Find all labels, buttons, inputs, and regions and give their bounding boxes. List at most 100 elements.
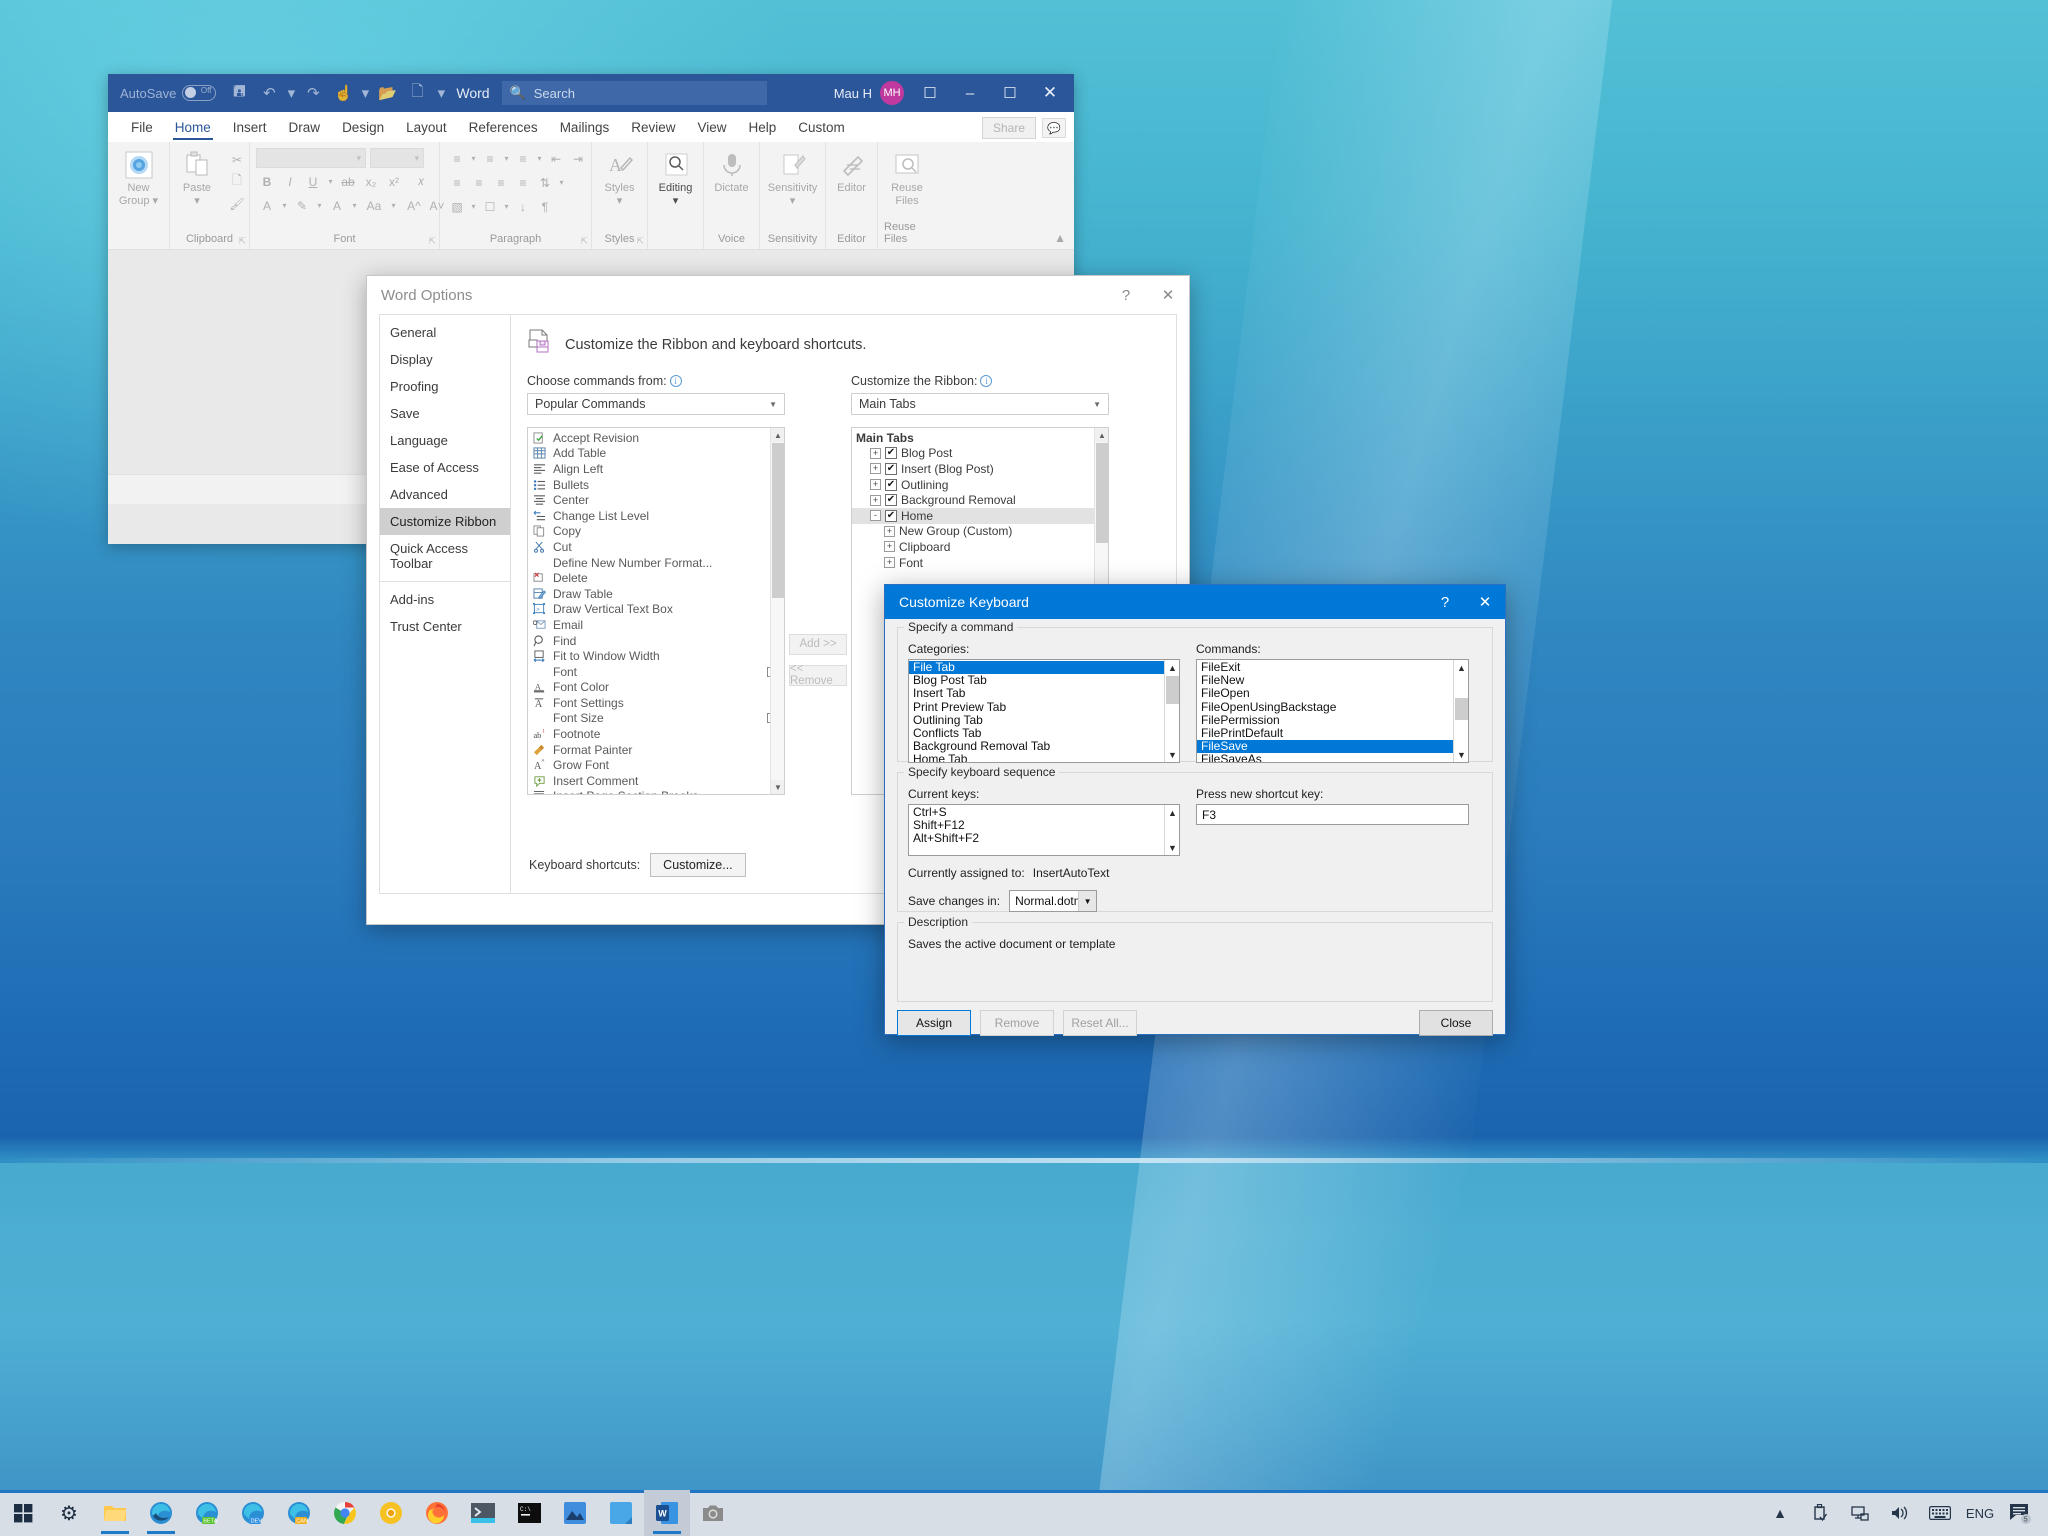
bullets-icon[interactable]: ≡ [446,148,468,169]
paragraph-dialog-launcher[interactable]: ⇱ [580,236,588,247]
current-key-item[interactable]: Alt+Shift+F2 [909,832,1179,845]
choose-commands-dropdown[interactable]: Popular Commands ▼ [527,393,785,415]
share-button[interactable]: Share [981,117,1036,139]
underline-button[interactable]: U [302,171,324,192]
nav-item-trust-center[interactable]: Trust Center [380,613,510,640]
undo-dropdown-icon[interactable]: ▾ [284,79,298,107]
chrome-icon[interactable] [322,1490,368,1536]
text-effects-icon[interactable]: A [256,195,278,216]
nav-item-general[interactable]: General [380,319,510,346]
edge-canary-icon[interactable]: CAN [276,1490,322,1536]
dictate-button[interactable]: Dictate [706,148,758,195]
scroll-up-icon[interactable]: ▲ [1165,805,1179,820]
shading-dropdown-icon[interactable]: ▾ [468,196,479,217]
tree-tab-item[interactable]: + ✔ Insert (Blog Post) [852,461,1108,477]
category-list-item[interactable]: Print Preview Tab [909,700,1179,714]
current-keys-listbox[interactable]: Ctrl+S Shift+F12 Alt+Shift+F2 ▲ ▼ [908,804,1180,856]
save-icon[interactable]: 🖪 [224,79,254,107]
collapse-ribbon-icon[interactable]: ▲ [1054,231,1066,245]
expand-icon[interactable]: + [870,479,881,491]
volume-icon[interactable] [1880,1490,1920,1536]
remove-button[interactable]: Remove [980,1010,1054,1036]
ribbon-group-editing[interactable]: Editing ▾ [648,142,704,249]
info-icon[interactable]: i [980,375,993,387]
tab-design[interactable]: Design [331,117,395,142]
close-button[interactable]: ✕ [1030,74,1070,112]
command-list-item[interactable]: Font SizeI▾ [528,711,784,727]
network-icon[interactable] [1840,1490,1880,1536]
scrollbar-thumb[interactable] [1096,443,1108,543]
command-list-item[interactable]: Email [528,617,784,633]
minimize-button[interactable]: – [950,74,990,112]
tree-checkbox[interactable]: ✔ [885,478,897,491]
close-icon[interactable]: ✕ [1147,278,1189,312]
edge-icon[interactable] [138,1490,184,1536]
styles-dropdown-icon[interactable]: ▾ [617,195,623,208]
bold-button[interactable]: B [256,171,278,192]
edge-beta-icon[interactable]: BETA [184,1490,230,1536]
system-tray[interactable]: ▲ ENG 5 [1760,1490,2048,1536]
expand-icon[interactable]: + [884,557,895,569]
share-area[interactable]: Share 💬 [981,117,1074,142]
reuse-files-button[interactable]: Reuse Files [881,148,933,207]
justify-icon[interactable]: ≡ [512,172,534,193]
touch-keyboard-icon[interactable] [1920,1490,1960,1536]
command-list-item[interactable]: Center [528,492,784,508]
ribbon[interactable]: New Group ▾ Paste ▾ ✂ 🗋 🖌 Clipboard ⇱ ▾ … [108,142,1074,250]
tab-layout[interactable]: Layout [395,117,458,142]
align-right-icon[interactable]: ≡ [490,172,512,193]
scroll-up-icon[interactable]: ▲ [1454,660,1468,675]
autosave-switch[interactable]: Off [182,85,217,101]
start-button[interactable] [0,1490,46,1536]
text-highlight-icon[interactable]: ✎ [291,195,313,216]
increase-indent-icon[interactable]: ⇥ [567,148,589,169]
multilevel-list-icon[interactable]: ≡ [512,148,534,169]
collapse-icon[interactable]: - [870,510,881,522]
command-list-item[interactable]: FontI▾ [528,664,784,680]
tree-group-item[interactable]: + New Group (Custom) [852,524,1108,540]
change-case-dropdown-icon[interactable]: ▾ [388,195,399,216]
ribbon-tab-bar[interactable]: File Home Insert Draw Design Layout Refe… [108,112,1074,142]
align-center-icon[interactable]: ≡ [468,172,490,193]
customize-ribbon-dropdown[interactable]: Main Tabs ▼ [851,393,1109,415]
align-left-icon[interactable]: ≡ [446,172,468,193]
ribbon-group-editor[interactable]: Editor Editor [826,142,878,249]
shading-icon[interactable]: ▧ [446,196,468,217]
remove-button[interactable]: << Remove [789,663,847,687]
highlight-dropdown-icon[interactable]: ▾ [314,195,325,216]
close-icon[interactable]: ✕ [1465,585,1505,619]
touch-mode-icon[interactable]: ☝ [328,79,358,107]
categories-scrollbar[interactable]: ▲ ▼ [1164,660,1179,762]
command-list-item[interactable]: Align Left [528,461,784,477]
tree-tab-item[interactable]: + ✔ Blog Post [852,446,1108,462]
command-list-item[interactable]: Add Table▶ [528,446,784,462]
scroll-up-icon[interactable]: ▲ [771,428,784,442]
search-input[interactable]: 🔍 Search [501,81,767,105]
nav-item-display[interactable]: Display [380,346,510,373]
command-list-item[interactable]: Bullets▶ [528,477,784,493]
assign-button[interactable]: Assign [897,1010,971,1036]
command-list-item[interactable]: Cut [528,539,784,555]
paste-dropdown-icon[interactable]: ▾ [194,195,200,208]
command-list-item[interactable]: FileSaveAs [1197,753,1468,762]
command-list-item[interactable]: FileOpen [1197,687,1468,700]
copy-icon[interactable]: 🗋 [402,79,432,107]
scroll-down-icon[interactable]: ▼ [771,780,784,794]
category-list-item[interactable]: Insert Tab [909,687,1179,700]
scrollbar-thumb[interactable] [1455,698,1468,720]
sensitivity-dropdown-icon[interactable]: ▾ [790,195,796,208]
tab-review[interactable]: Review [620,117,686,142]
scroll-down-icon[interactable]: ▼ [1454,747,1468,762]
maximize-button[interactable]: ☐ [990,74,1030,112]
open-icon[interactable]: 📂 [372,79,402,107]
command-list-item[interactable]: Accept Revision [528,430,784,446]
editing-button[interactable]: Editing ▾ [650,148,702,207]
italic-button[interactable]: I [279,171,301,192]
help-icon[interactable]: ? [1105,278,1147,312]
ribbon-group-reuse-files[interactable]: Reuse Files Reuse Files [878,142,936,249]
sort-icon[interactable]: ↓ [512,196,534,217]
safely-remove-hardware-icon[interactable] [1800,1490,1840,1536]
customize-qat-icon[interactable]: ▾ [432,79,450,107]
redo-icon[interactable]: ↷ [298,79,328,107]
scroll-down-icon[interactable]: ▼ [1165,747,1179,762]
